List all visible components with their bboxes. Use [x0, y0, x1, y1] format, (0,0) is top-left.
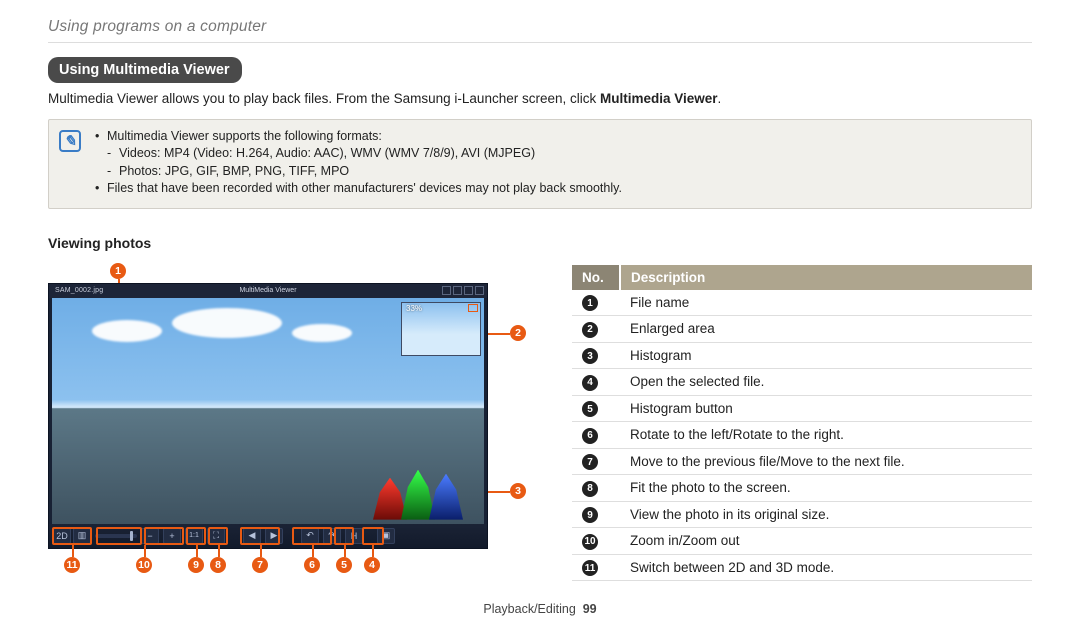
- open-file-button[interactable]: ▣: [377, 528, 395, 544]
- zoom-slider[interactable]: [95, 534, 137, 538]
- row-desc: Fit the photo to the screen.: [620, 475, 1032, 502]
- subhead-viewing-photos: Viewing photos: [48, 235, 1032, 251]
- table-row: 4 Open the selected file.: [572, 369, 1032, 396]
- callout-5: 5: [336, 557, 352, 573]
- reference-table-wrap: No. Description 1 File name 2 Enlarged are…: [572, 265, 1032, 582]
- titlebar-title: MultiMedia Viewer: [239, 287, 296, 294]
- histogram-blue: [429, 474, 463, 520]
- row-desc: Histogram: [620, 342, 1032, 369]
- callout-7: 7: [252, 557, 268, 573]
- row-num: 7: [582, 454, 598, 470]
- reference-table: No. Description 1 File name 2 Enlarged are…: [572, 265, 1032, 582]
- histogram-overlay: [379, 468, 477, 520]
- note-line-1a: Videos: MP4 (Video: H.264, Audio: AAC), …: [107, 145, 622, 163]
- row-num: 2: [582, 322, 598, 338]
- fit-screen-button[interactable]: ⛶: [207, 528, 225, 544]
- row-num: 10: [582, 534, 598, 550]
- row-desc: Switch between 2D and 3D mode.: [620, 554, 1032, 581]
- original-size-button[interactable]: 1:1: [185, 528, 203, 544]
- callout-1: 1: [110, 263, 126, 279]
- row-num: 9: [582, 507, 598, 523]
- th-no: No.: [572, 265, 620, 290]
- table-row: 6 Rotate to the left/Rotate to the right.: [572, 422, 1032, 449]
- note-box: ✎ Multimedia Viewer supports the followi…: [48, 119, 1032, 209]
- row-desc: Histogram button: [620, 395, 1032, 422]
- titlebar: SAM_0002.jpg MultiMedia Viewer: [49, 284, 487, 298]
- histogram-red: [373, 478, 407, 520]
- histogram-button[interactable]: H: [345, 528, 363, 544]
- next-file-button[interactable]: ▶: [265, 528, 283, 544]
- zoom-in-button[interactable]: +: [163, 528, 181, 544]
- mode-2d-button[interactable]: 2D: [53, 528, 71, 544]
- callout-10: 10: [136, 557, 152, 573]
- lead-bold: Multimedia Viewer: [600, 91, 718, 106]
- row-num: 6: [582, 428, 598, 444]
- breadcrumb: Using programs on a computer: [0, 0, 1080, 40]
- row-desc: View the photo in its original size.: [620, 501, 1032, 528]
- row-desc: File name: [620, 290, 1032, 316]
- callout-2: 2: [510, 325, 526, 341]
- table-row: 5 Histogram button: [572, 395, 1032, 422]
- rotate-right-button[interactable]: ↷: [323, 528, 341, 544]
- row-desc: Enlarged area: [620, 316, 1032, 343]
- rotate-left-button[interactable]: ↶: [301, 528, 319, 544]
- row-num: 1: [582, 295, 598, 311]
- row-num: 5: [582, 401, 598, 417]
- lead-text: Multimedia Viewer allows you to play bac…: [48, 89, 1032, 109]
- footer: Playback/Editing 99: [0, 602, 1080, 616]
- viewer-toolbar: 2D ▥ − + 1:1 ⛶ ◀ ▶ ↶ ↷ H ▣: [49, 524, 487, 548]
- zoom-percent: 33%: [406, 304, 422, 313]
- callout-11: 11: [64, 557, 80, 573]
- enlarged-area-thumb: 33%: [401, 302, 481, 356]
- row-num: 4: [582, 375, 598, 391]
- titlebar-filename: SAM_0002.jpg: [55, 287, 103, 294]
- header-rule: [48, 42, 1032, 43]
- row-num: 8: [582, 481, 598, 497]
- table-row: 3 Histogram: [572, 342, 1032, 369]
- lead-post: .: [718, 91, 722, 106]
- histogram-green: [401, 470, 435, 520]
- note-body: Multimedia Viewer supports the following…: [95, 128, 622, 198]
- table-row: 10 Zoom in/Zoom out: [572, 528, 1032, 555]
- table-row: 1 File name: [572, 290, 1032, 316]
- mode-group: 2D ▥: [53, 528, 91, 544]
- note-line-2: Files that have been recorded with other…: [95, 180, 622, 198]
- table-row: 9 View the photo in its original size.: [572, 501, 1032, 528]
- row-desc: Rotate to the left/Rotate to the right.: [620, 422, 1032, 449]
- row-desc: Move to the previous file/Move to the ne…: [620, 448, 1032, 475]
- callout-9: 9: [188, 557, 204, 573]
- footer-page: 99: [583, 602, 597, 616]
- callout-8: 8: [210, 557, 226, 573]
- note-line-1b: Photos: JPG, GIF, BMP, PNG, TIFF, MPO: [107, 163, 622, 181]
- row-desc: Open the selected file.: [620, 369, 1032, 396]
- screenshot-area: 1 2 3 SAM_0002.jpg MultiMedia Viewer: [48, 265, 508, 577]
- table-row: 2 Enlarged area: [572, 316, 1032, 343]
- window-controls: [442, 286, 484, 295]
- row-num: 3: [582, 348, 598, 364]
- thumb-zoom-box: [468, 304, 478, 312]
- callout-line-2: [488, 333, 510, 335]
- table-row: 11 Switch between 2D and 3D mode.: [572, 554, 1032, 581]
- callout-line-3: [488, 491, 510, 493]
- note-icon: ✎: [59, 130, 81, 152]
- callout-3: 3: [510, 483, 526, 499]
- row-desc: Zoom in/Zoom out: [620, 528, 1032, 555]
- lead-pre: Multimedia Viewer allows you to play bac…: [48, 91, 600, 106]
- prev-file-button[interactable]: ◀: [243, 528, 261, 544]
- zoom-out-button[interactable]: −: [141, 528, 159, 544]
- th-desc: Description: [620, 265, 1032, 290]
- table-row: 8 Fit the photo to the screen.: [572, 475, 1032, 502]
- note-line-1: Multimedia Viewer supports the following…: [95, 128, 622, 146]
- callout-4: 4: [364, 557, 380, 573]
- callout-6: 6: [304, 557, 320, 573]
- footer-section: Playback/Editing: [483, 602, 575, 616]
- row-num: 11: [582, 560, 598, 576]
- table-row: 7 Move to the previous file/Move to the n…: [572, 448, 1032, 475]
- multimedia-viewer-window: SAM_0002.jpg MultiMedia Viewer 33%: [48, 283, 488, 549]
- mode-3d-button[interactable]: ▥: [73, 528, 91, 544]
- section-pill: Using Multimedia Viewer: [48, 57, 242, 83]
